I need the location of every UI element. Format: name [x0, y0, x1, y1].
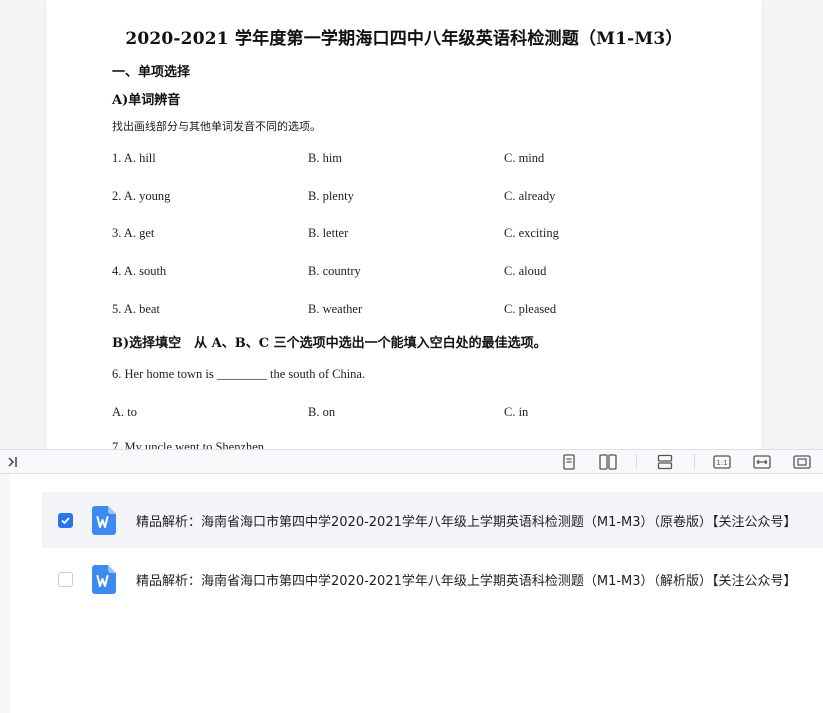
option-a: 2. A. young — [112, 189, 171, 203]
option-b: B. letter — [308, 226, 349, 240]
question-text: 6. Her home town is ________ the south o… — [112, 367, 366, 381]
option-c: C. aloud — [504, 264, 547, 278]
file-name: 精品解析：海南省海口市第四中学2020-2021学年八年级上学期英语科检测题（M… — [136, 573, 797, 589]
file-name: 精品解析：海南省海口市第四中学2020-2021学年八年级上学期英语科检测题（M… — [136, 514, 797, 530]
word-document-icon — [92, 505, 116, 535]
option-b: B. him — [308, 151, 343, 165]
two-page-icon[interactable] — [598, 452, 618, 471]
actual-size-icon[interactable]: 1:1 — [712, 452, 732, 471]
file-checkbox[interactable] — [58, 512, 73, 528]
option-a: A. to — [112, 405, 137, 419]
option-a: 4. A. south — [112, 264, 167, 278]
document-title: 2020-2021 学年度第一学期海口四中八年级英语科检测题（M1-M3） — [125, 29, 683, 49]
fit-page-icon[interactable] — [792, 452, 812, 471]
file-list-item[interactable]: 精品解析：海南省海口市第四中学2020-2021学年八年级上学期英语科检测题（M… — [42, 551, 823, 607]
document-preview: 2020-2021 学年度第一学期海口四中八年级英语科检测题（M1-M3） 一、… — [0, 0, 823, 449]
question-text: 7. My uncle went to Shenzhen — [112, 440, 265, 449]
file-list: 精品解析：海南省海口市第四中学2020-2021学年八年级上学期英语科检测题（M… — [0, 474, 823, 713]
option-c: C. exciting — [504, 226, 559, 240]
option-a: 3. A. get — [112, 226, 155, 240]
option-b: B. on — [308, 405, 336, 419]
option-b: B. weather — [308, 302, 363, 316]
subsection-heading: B)选择填空 从 A、B、C 三个选项中选出一个能填入空白处的最佳选项。 — [112, 336, 547, 351]
list-left-edge — [0, 474, 10, 713]
question-row: 5. A. beat B. weather C. pleased — [112, 302, 712, 320]
option-c: C. already — [504, 189, 556, 203]
single-page-icon[interactable] — [559, 452, 579, 471]
file-list-item[interactable]: 精品解析：海南省海口市第四中学2020-2021学年八年级上学期英语科检测题（M… — [42, 492, 823, 548]
toolbar-divider — [636, 454, 637, 469]
question-row: 1. A. hill B. him C. mind — [112, 151, 712, 169]
question-row: 4. A. south B. country C. aloud — [112, 264, 712, 282]
fit-width-icon[interactable] — [752, 452, 772, 471]
question-row: 3. A. get B. letter C. exciting — [112, 226, 712, 244]
document-page: 2020-2021 学年度第一学期海口四中八年级英语科检测题（M1-M3） 一、… — [46, 0, 762, 449]
question-row: 2. A. young B. plenty C. already — [112, 189, 712, 207]
continuous-scroll-icon[interactable] — [655, 452, 675, 471]
option-c: C. mind — [504, 151, 545, 165]
svg-text:1:1: 1:1 — [716, 459, 727, 467]
section-heading: 一、单项选择 — [112, 65, 191, 80]
word-document-icon — [92, 564, 116, 594]
toolbar-divider — [694, 454, 695, 469]
option-b: B. country — [308, 264, 361, 278]
option-a: 1. A. hill — [112, 151, 156, 165]
option-c: C. pleased — [504, 302, 557, 316]
subsection-heading: A)单词辨音 — [112, 93, 181, 108]
preview-toolbar: 1:1 — [0, 449, 823, 474]
option-a: 5. A. beat — [112, 302, 160, 316]
collapse-panel-icon[interactable] — [4, 452, 24, 471]
file-checkbox[interactable] — [58, 571, 73, 587]
instruction-text: 找出画线部分与其他单词发音不同的选项。 — [112, 120, 321, 133]
option-c: C. in — [504, 405, 529, 419]
question-row: A. to B. on C. in — [112, 405, 712, 423]
option-b: B. plenty — [308, 189, 354, 203]
